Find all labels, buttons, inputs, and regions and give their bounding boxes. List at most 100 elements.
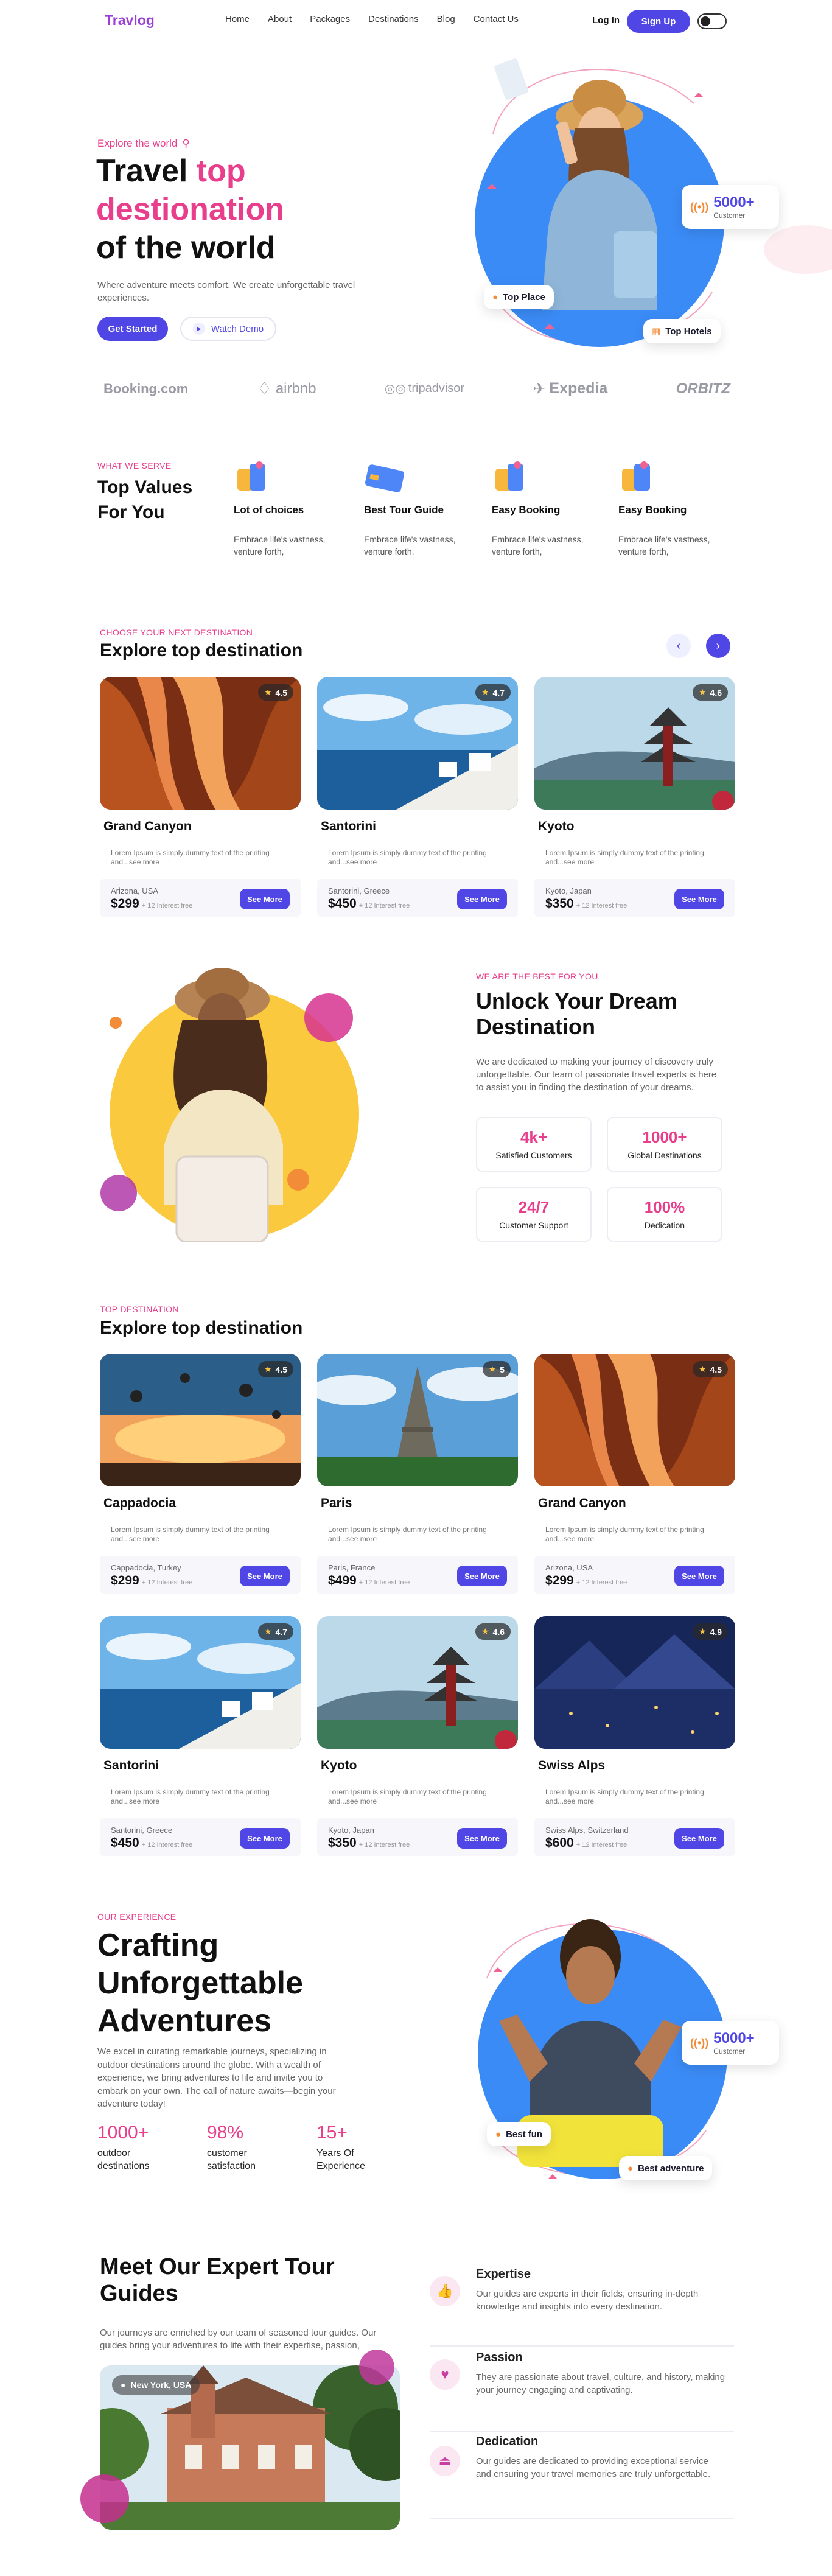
values-title: Top Values For You — [97, 477, 193, 522]
eject-icon: ⏏ — [430, 2446, 460, 2476]
card-footer: Kyoto, Japan $350 + 12 Interest free See Mo… — [317, 1818, 518, 1856]
destination-card[interactable]: ★ 4.6 Kyoto Lorem Ipsum is simply dummy tex… — [317, 1616, 518, 1856]
signup-button[interactable]: Sign Up — [627, 10, 690, 33]
destination-desc: Lorem Ipsum is simply dummy text of the … — [328, 1788, 487, 1805]
destination-card[interactable]: ★ 4.5 Grand Canyon Lorem Ipsum is simply du… — [534, 1354, 735, 1594]
see-more-button[interactable]: See More — [240, 1828, 290, 1849]
carousel-next-button[interactable]: › — [706, 634, 730, 658]
interest-note: + 12 Interest free — [141, 1841, 193, 1849]
see-more-button[interactable]: See More — [674, 1566, 724, 1586]
nav-blog[interactable]: Blog — [437, 14, 455, 24]
rating-badge: ★ 4.5 — [257, 1361, 293, 1377]
destination-desc: Lorem Ipsum is simply dummy text of the … — [545, 1788, 704, 1805]
destination-card[interactable]: ★ 4.7 Santorini Lorem Ipsum is simply dummy… — [317, 677, 518, 917]
value-item-2: Best Tour Guide Embrace life's vastness,… — [364, 461, 480, 558]
rating-badge: ★ 5 — [482, 1361, 511, 1377]
see-more-button[interactable]: See More — [674, 889, 724, 909]
hero-title: Travel top destionation of the world — [96, 152, 437, 267]
partner-tripadvisor: ◎◎ tripadvisor — [385, 381, 464, 396]
destination-name: Grand Canyon — [103, 819, 192, 833]
card-footer: Arizona, USA $299 + 12 Interest free See Mo… — [534, 1556, 735, 1594]
card-footer: Santorini, Greece $450 + 12 Interest free S… — [317, 879, 518, 917]
see-more-button[interactable]: See More — [240, 889, 290, 909]
partner-booking: Booking.com — [103, 380, 189, 396]
stat-value: 100% — [644, 1198, 685, 1216]
destination-image: ★ 4.7 — [317, 677, 518, 810]
partner-expedia: ✈ Expedia — [533, 380, 607, 398]
see-more-button[interactable]: See More — [457, 889, 507, 909]
location-pin-icon: ● — [627, 2163, 634, 2174]
guides-location-chip: ● New York, USA — [112, 2375, 200, 2395]
navbar: Travlog Home About Packages Destinations… — [0, 0, 832, 43]
destination-card[interactable]: ★ 4.5 Grand Canyon Lorem Ipsum is simply du… — [100, 677, 301, 917]
destination-card[interactable]: ★ 5 Paris Lorem Ipsum is simply dummy text … — [317, 1354, 518, 1594]
guides-title: Meet Our Expert Tour Guides — [100, 2254, 335, 2306]
see-more-button[interactable]: See More — [240, 1566, 290, 1586]
see-more-button[interactable]: See More — [457, 1566, 507, 1586]
destination-desc: Lorem Ipsum is simply dummy text of the … — [328, 849, 487, 866]
stat-value: 1000+ — [642, 1128, 687, 1146]
price-value: $450 — [328, 897, 357, 911]
watch-demo-label: Watch Demo — [211, 323, 264, 334]
get-started-button[interactable]: Get Started — [97, 317, 168, 341]
destination-card[interactable]: ★ 4.7 Santorini Lorem Ipsum is simply dummy… — [100, 1616, 301, 1856]
nav-home[interactable]: Home — [225, 14, 250, 24]
best-adventure-label: Best adventure — [638, 2163, 704, 2174]
hero-kicker-text: Explore the world — [97, 138, 178, 149]
see-more-button[interactable]: See More — [674, 1828, 724, 1849]
value-item-1: Lot of choices Embrace life's vastness, … — [234, 461, 349, 558]
hero-title-line1: Travel — [96, 153, 197, 189]
price-value: $499 — [328, 1573, 357, 1587]
guides-description: Our journeys are enriched by our team of… — [100, 2328, 377, 2351]
value-title: Lot of choices — [234, 504, 304, 516]
exp-stat-value: 15+ — [316, 2123, 348, 2143]
feature-desc: They are passionate about travel, cultur… — [476, 2372, 725, 2395]
destination-image: ★ 4.9 — [534, 1616, 735, 1749]
destination-desc: Lorem Ipsum is simply dummy text of the … — [545, 849, 704, 866]
feature-text: Expertise Our guides are experts in thei… — [476, 2267, 725, 2313]
card-footer: Arizona, USA $299 + 12 Interest free See Mo… — [100, 879, 301, 917]
destination-card[interactable]: ★ 4.6 Kyoto Lorem Ipsum is simply dummy tex… — [534, 677, 735, 917]
guides-location-label: New York, USA — [130, 2380, 192, 2390]
value-title: Easy Booking — [492, 504, 561, 516]
nav-contact[interactable]: Contact Us — [474, 14, 519, 24]
luggage-icon — [234, 461, 269, 493]
carousel-prev-button[interactable]: ‹ — [666, 634, 691, 658]
nav-packages[interactable]: Packages — [310, 14, 350, 24]
card-footer: Paris, France $499 + 12 Interest free See M… — [317, 1556, 518, 1594]
star-icon: ★ — [698, 687, 707, 697]
destination-name: Cappadocia — [103, 1496, 177, 1510]
brand-logo[interactable]: Travlog — [105, 12, 155, 29]
nav-about[interactable]: About — [268, 14, 292, 24]
experience-kicker: OUR EXPERIENCE — [97, 1912, 177, 1922]
stat-destinations: 1000+ Global Destinations — [607, 1117, 722, 1172]
see-more-button[interactable]: See More — [457, 1828, 507, 1849]
explore2-title: Explore top destination — [100, 1318, 303, 1338]
theme-toggle[interactable] — [697, 13, 727, 29]
customer-label: Customer — [713, 211, 746, 220]
feature-text: Passion They are passionate about travel… — [476, 2351, 725, 2396]
hero-title-line3: of the world — [96, 230, 276, 265]
stat-customers: 4k+ Satisfied Customers — [476, 1117, 592, 1172]
exp-stat-label: customer satisfaction — [207, 2148, 256, 2171]
destination-desc: Lorem Ipsum is simply dummy text of the … — [111, 849, 270, 866]
hotel-icon: ▦ — [652, 326, 661, 337]
interest-note: + 12 Interest free — [576, 902, 627, 909]
customer-badge: ((•)) 5000+ Customer — [682, 185, 779, 229]
thumbs-up-icon: 👍 — [430, 2276, 460, 2306]
experience-description: We excel in curating remarkable journeys… — [97, 2046, 336, 2109]
signal-icon: ((•)) — [690, 200, 709, 213]
watch-demo-button[interactable]: ▶ Watch Demo — [180, 317, 276, 341]
exp-stat-label: outdoor destinations — [97, 2148, 150, 2171]
partner-airbnb: ♢ airbnb — [257, 379, 316, 399]
destination-card[interactable]: ★ 4.9 Swiss Alps Lorem Ipsum is simply dumm… — [534, 1616, 735, 1856]
hero-description: Where adventure meets comfort. We create… — [97, 280, 355, 303]
dream-description: We are dedicated to making your journey … — [476, 1057, 717, 1093]
heart-icon: ♥ — [430, 2359, 460, 2390]
nav-destinations[interactable]: Destinations — [368, 14, 419, 24]
value-desc: Embrace life's vastness, venture forth, — [618, 534, 710, 556]
partner-orbitz: ORBITZ — [676, 380, 730, 397]
login-link[interactable]: Log In — [592, 15, 620, 26]
destination-card[interactable]: ★ 4.5 Cappadocia Lorem Ipsum is simply dumm… — [100, 1354, 301, 1594]
star-icon: ★ — [481, 687, 489, 697]
